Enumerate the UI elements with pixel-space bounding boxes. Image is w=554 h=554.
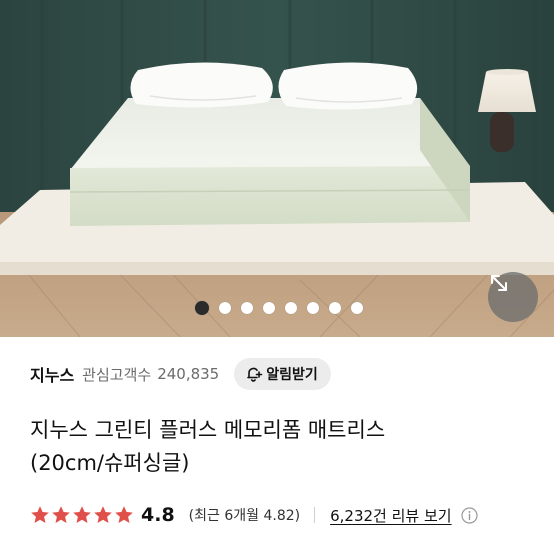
- recent-rating: (최근 6개월 4.82): [188, 508, 301, 524]
- gallery-dot[interactable]: [350, 302, 363, 314]
- alarm-subscribe-label: 알림받기: [266, 367, 318, 383]
- star-icon: [94, 506, 112, 523]
- star-rating: [30, 505, 134, 525]
- star-icon: [115, 506, 133, 523]
- fav-count-value: 240,835: [157, 365, 220, 383]
- product-image[interactable]: [0, 0, 554, 337]
- info-icon[interactable]: [460, 506, 478, 524]
- bell-plus-icon: [247, 367, 263, 382]
- rating-value: 4.8: [141, 504, 175, 526]
- mattress-photo: [0, 0, 554, 337]
- gallery-pagination: [0, 301, 554, 316]
- star-icon: [31, 506, 49, 523]
- gallery-dot[interactable]: [218, 302, 231, 314]
- star-icon: [52, 506, 70, 523]
- gallery-dot[interactable]: [284, 302, 297, 314]
- gallery-dot[interactable]: [240, 302, 253, 314]
- gallery-dot[interactable]: [306, 302, 319, 314]
- expand-image-button[interactable]: [488, 272, 538, 322]
- fav-count-label: 관심고객수: [82, 365, 152, 384]
- gallery-dot[interactable]: [194, 301, 209, 315]
- alarm-subscribe-button[interactable]: 알림받기: [234, 358, 331, 390]
- product-title-line2: (20cm/슈퍼싱글): [30, 451, 190, 475]
- brand-name-link[interactable]: 지누스: [30, 362, 74, 386]
- rating-row: 4.8 (최근 6개월 4.82) 6,232건 리뷰 보기: [30, 500, 540, 530]
- expand-icon: [491, 275, 507, 291]
- gallery-dot[interactable]: [262, 302, 275, 314]
- product-title-line1: 지누스 그린티 플러스 메모리폼 매트리스: [30, 418, 386, 442]
- star-icon: [73, 506, 91, 523]
- product-title: 지누스 그린티 플러스 메모리폼 매트리스 (20cm/슈퍼싱글): [30, 414, 530, 480]
- gallery-dot[interactable]: [328, 302, 341, 314]
- reviews-link[interactable]: 6,232건 리뷰 보기: [330, 505, 451, 526]
- brand-row: 지누스 관심고객수 240,835 알림받기: [30, 354, 530, 394]
- divider: [314, 507, 316, 523]
